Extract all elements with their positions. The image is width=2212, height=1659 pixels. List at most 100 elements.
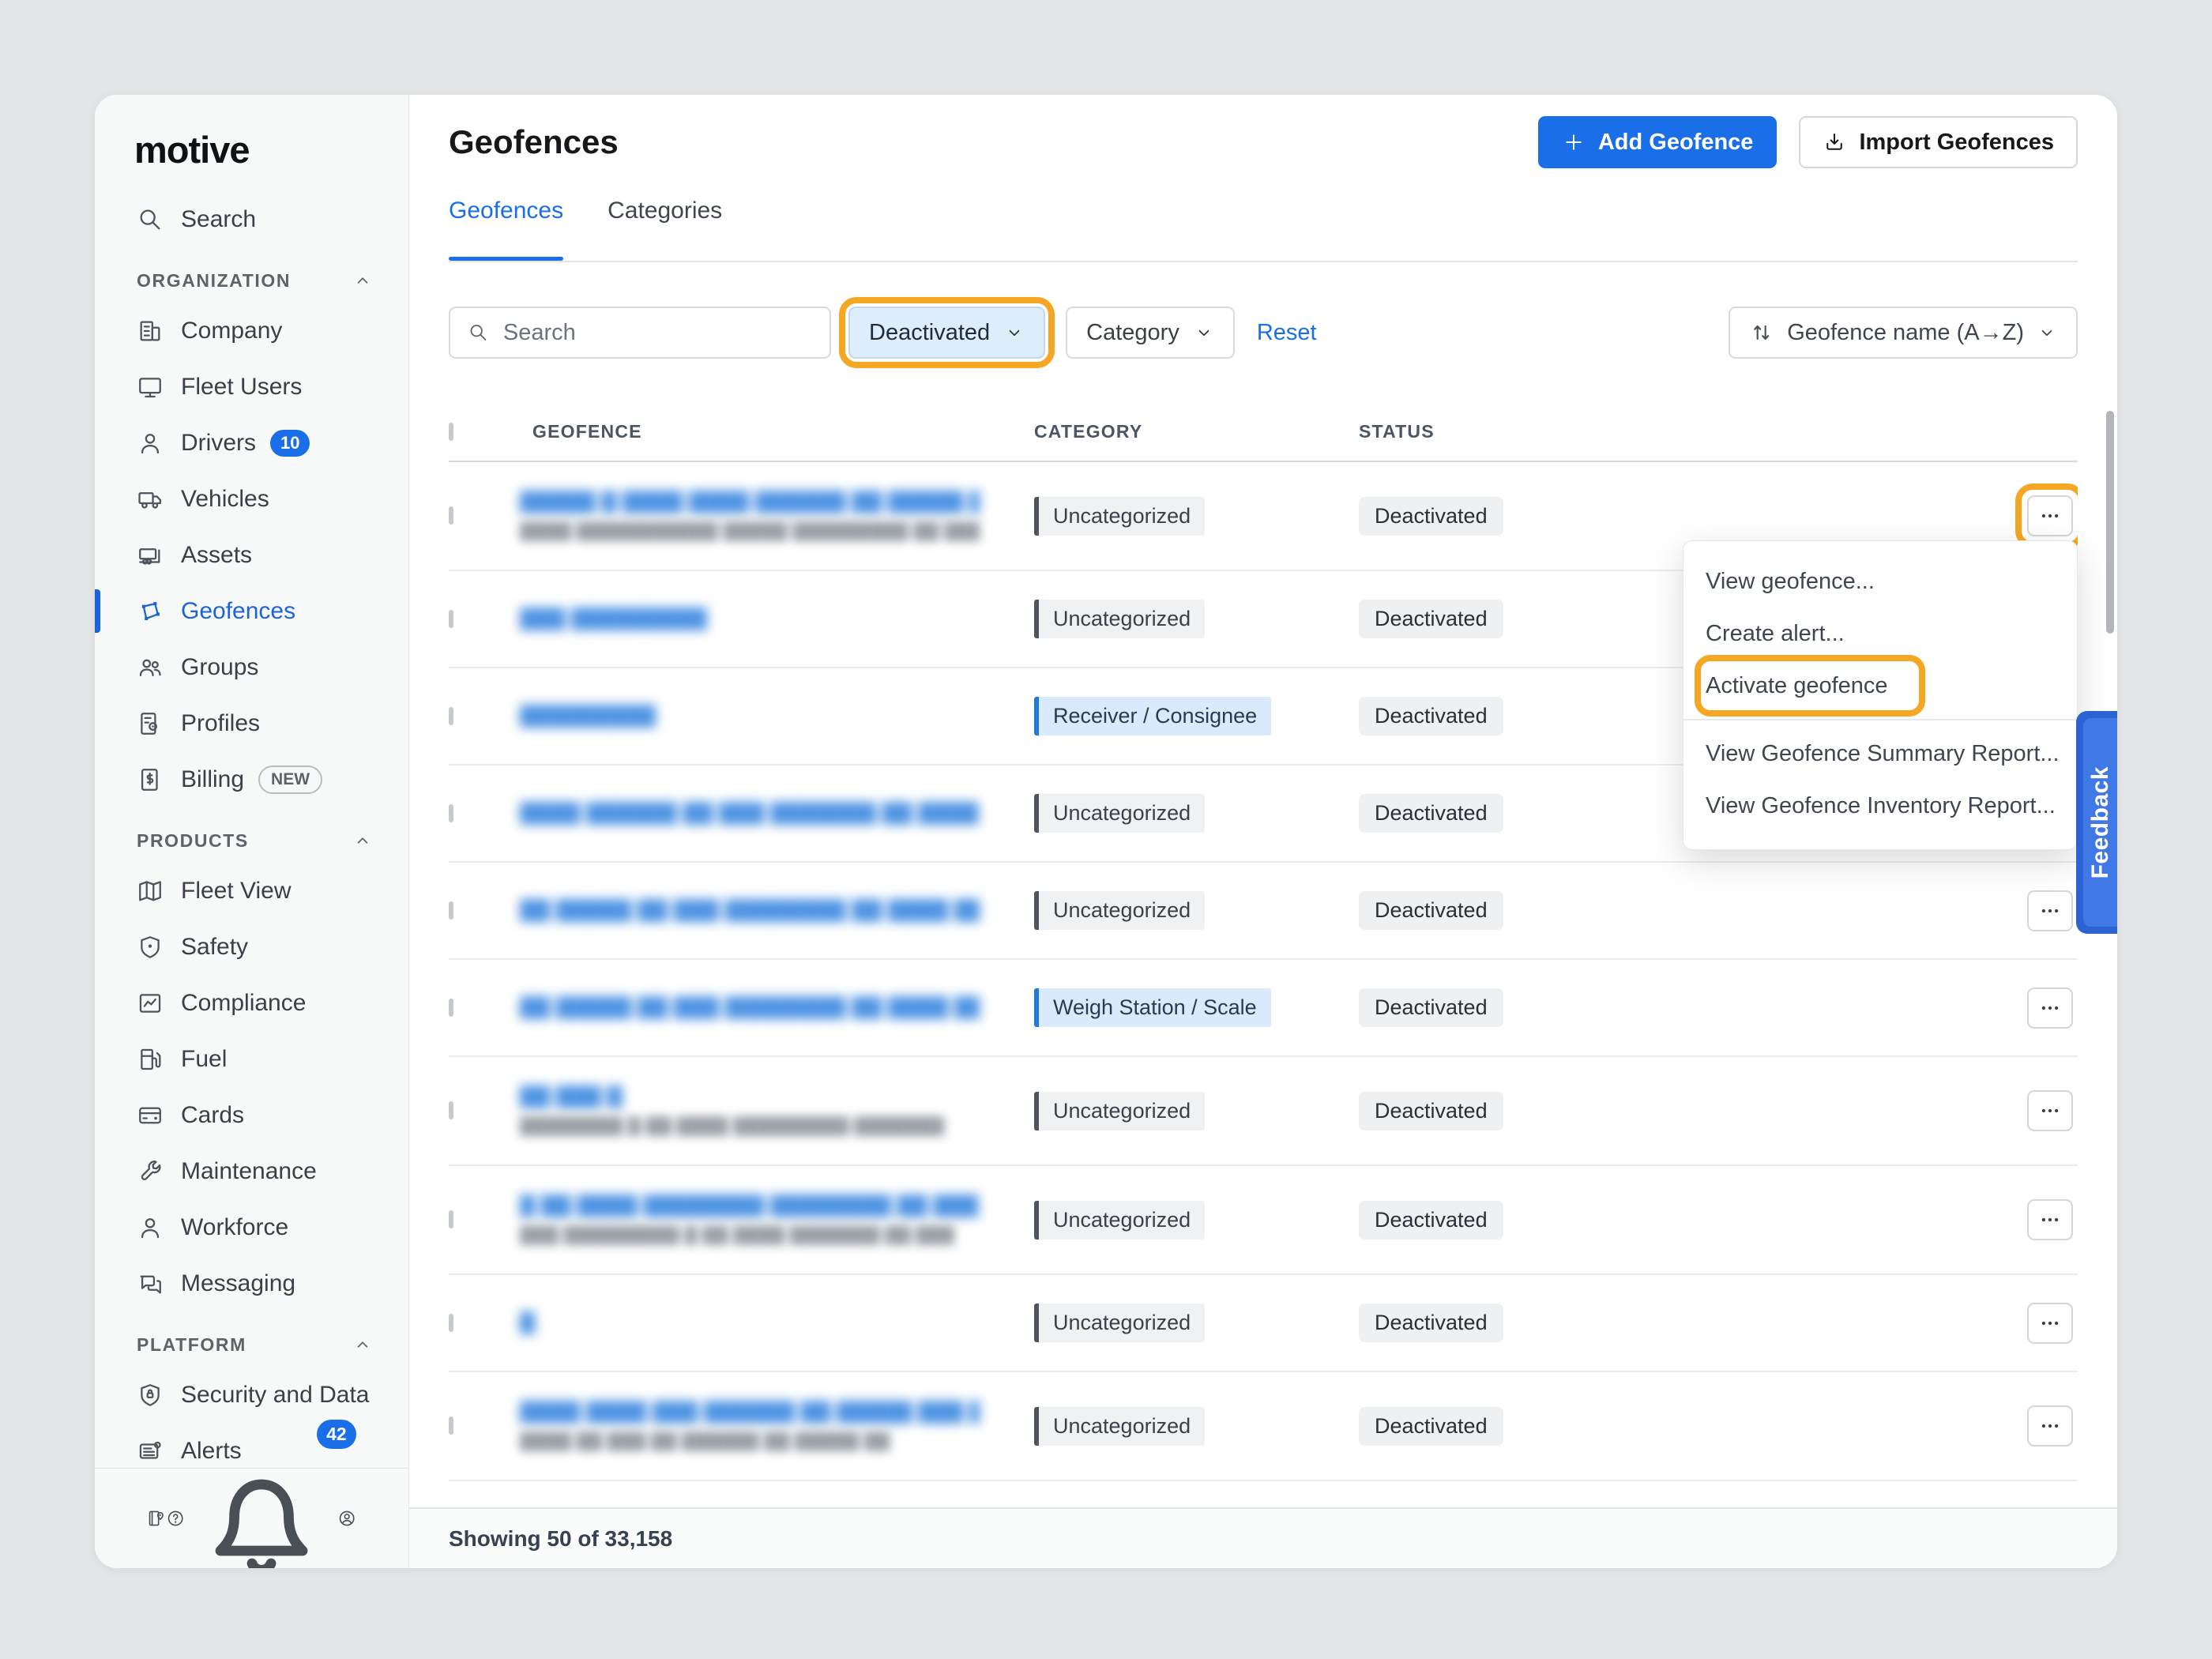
status-filter-dropdown[interactable]: Deactivated — [848, 307, 1045, 359]
reset-filters-link[interactable]: Reset — [1257, 320, 1317, 346]
sidebar-item-messaging[interactable]: Messaging — [95, 1255, 408, 1311]
geofence-name-link-redacted[interactable]: █████████ — [520, 705, 980, 728]
menu-item-view-geofence-inventory-report[interactable]: View Geofence Inventory Report... — [1683, 780, 2077, 832]
geofence-name-link-redacted[interactable]: ███ █████████ — [520, 608, 980, 631]
menu-divider — [1683, 719, 2077, 720]
plus-icon — [1562, 130, 1586, 154]
menu-item-view-geofence[interactable]: View geofence... — [1683, 555, 2077, 608]
sidebar-item-label: Fuel — [181, 1046, 227, 1073]
sidebar-item-label: Fleet View — [181, 878, 292, 905]
category-badge: Weigh Station / Scale — [1034, 988, 1271, 1027]
sidebar-item-label: Security and Data — [181, 1382, 369, 1409]
sidebar-item-security-and-data[interactable]: Security and Data — [95, 1367, 408, 1423]
sort-arrows-icon — [1749, 320, 1774, 345]
sidebar-item-vehicles[interactable]: Vehicles — [95, 471, 408, 527]
menu-item-view-geofence-summary-report[interactable]: View Geofence Summary Report... — [1683, 728, 2077, 780]
geofence-name-link-redacted[interactable]: █ ██ ████ ████████ ████████ ██ ███ — [520, 1194, 980, 1218]
row-actions-button[interactable] — [2027, 1090, 2073, 1131]
row-checkbox[interactable] — [449, 901, 453, 920]
sidebar-item-geofences[interactable]: Geofences — [95, 583, 408, 639]
geofence-name-link-redacted[interactable]: ██ ███ █ — [520, 1085, 980, 1109]
sidebar-section-platform[interactable]: PLATFORM — [95, 1322, 408, 1367]
sidebar-item-drivers[interactable]: Drivers10 — [95, 415, 408, 471]
search-input[interactable] — [503, 320, 812, 346]
row-checkbox[interactable] — [449, 610, 453, 628]
trailer-icon — [137, 542, 164, 569]
select-all-checkbox[interactable] — [449, 423, 453, 441]
account-icon[interactable] — [337, 1503, 356, 1533]
sort-dropdown[interactable]: Geofence name (A→Z) — [1729, 307, 2078, 359]
row-actions-button[interactable] — [2027, 988, 2073, 1029]
row-actions-button[interactable] — [2027, 1199, 2073, 1240]
row-checkbox[interactable] — [449, 804, 453, 822]
geofence-name-link-redacted[interactable]: ██ █████ ██ ███ ████████ ██ ████ ██ — [520, 996, 980, 1020]
sidebar-item-search[interactable]: Search — [95, 191, 408, 247]
row-actions-button[interactable] — [2027, 1303, 2073, 1344]
row-checkbox[interactable] — [449, 1416, 453, 1435]
sidebar-item-company[interactable]: Company — [95, 303, 408, 359]
geofence-name-link-redacted[interactable]: █ — [520, 1311, 980, 1335]
row-checkbox[interactable] — [449, 506, 453, 525]
tab-geofences[interactable]: Geofences — [449, 198, 563, 261]
row-checkbox[interactable] — [449, 707, 453, 725]
sidebar-item-workforce[interactable]: Workforce — [95, 1199, 408, 1255]
sidebar-item-compliance[interactable]: Compliance — [95, 975, 408, 1031]
row-checkbox[interactable] — [449, 1101, 453, 1119]
sidebar-section-products[interactable]: PRODUCTS — [95, 818, 408, 863]
status-badge: Deactivated — [1359, 1304, 1503, 1342]
sidebar-item-maintenance[interactable]: Maintenance — [95, 1143, 408, 1199]
sidebar-item-profiles[interactable]: Profiles — [95, 695, 408, 751]
category-badge: Uncategorized — [1034, 1407, 1205, 1446]
sidebar-item-label: Geofences — [181, 598, 295, 625]
import-geofences-button[interactable]: Import Geofences — [1799, 116, 2078, 168]
sidebar-item-label: Groups — [181, 654, 258, 681]
status-badge: Deactivated — [1359, 1201, 1503, 1240]
category-filter-dropdown[interactable]: Category — [1066, 307, 1235, 359]
chevron-down-icon — [1004, 322, 1025, 343]
sidebar-item-label: Vehicles — [181, 486, 269, 513]
menu-item-create-alert[interactable]: Create alert... — [1683, 608, 2077, 660]
status-badge: Deactivated — [1359, 1407, 1503, 1446]
vertical-scrollbar[interactable] — [2106, 411, 2114, 634]
category-badge: Uncategorized — [1034, 600, 1205, 638]
sidebar-item-groups[interactable]: Groups — [95, 639, 408, 695]
sidebar-section-organization[interactable]: ORGANIZATION — [95, 258, 408, 303]
person-icon — [137, 1214, 164, 1241]
row-checkbox[interactable] — [449, 1314, 453, 1332]
row-checkbox[interactable] — [449, 1210, 453, 1228]
geofence-name-link-redacted[interactable]: ████ ████ ███ ██████ ██ █████ ███ ███ — [520, 1401, 980, 1424]
sidebar-item-fleet-users[interactable]: Fleet Users — [95, 359, 408, 415]
page-header: Geofences Add Geofence Import Geofences — [449, 116, 2078, 168]
sidebar-item-billing[interactable]: BillingNEW — [95, 751, 408, 807]
sidebar-item-assets[interactable]: Assets — [95, 527, 408, 583]
column-header-status: STATUS — [1359, 421, 2027, 442]
geofence-name-link-redacted[interactable]: ██ █████ ██ ███ ████████ ██ ████ ██ — [520, 899, 980, 923]
fuel-icon — [137, 1046, 164, 1073]
sort-value: Geofence name (A→Z) — [1787, 320, 2024, 346]
row-checkbox[interactable] — [449, 999, 453, 1017]
status-badge: Deactivated — [1359, 1092, 1503, 1130]
sidebar-item-fuel[interactable]: Fuel — [95, 1031, 408, 1087]
feedback-button[interactable]: Feedback — [2076, 711, 2117, 934]
sidebar-item-label: Drivers — [181, 430, 256, 457]
sidebar: motive Search ORGANIZATIONCompanyFleet U… — [95, 95, 409, 1568]
help-icon[interactable] — [166, 1503, 185, 1533]
table-row — [449, 1481, 2078, 1507]
section-label: PLATFORM — [137, 1334, 246, 1356]
table-header: GEOFENCE CATEGORY STATUS — [449, 403, 2078, 462]
row-actions-button[interactable] — [2027, 890, 2073, 931]
notifications-button[interactable]: 42 — [186, 1440, 337, 1568]
add-geofence-button[interactable]: Add Geofence — [1538, 116, 1778, 168]
geofence-name-link-redacted[interactable]: ████ ██████ ██ ███ ███████ ██ ████ █ — [520, 802, 980, 826]
sidebar-item-cards[interactable]: Cards — [95, 1087, 408, 1143]
geofence-name-link-redacted[interactable]: █████ █ ████ ████ ██████ ██ █████ ███ — [520, 491, 980, 514]
sidebar-item-fleet-view[interactable]: Fleet View — [95, 863, 408, 919]
sidebar-item-safety[interactable]: Safety — [95, 919, 408, 975]
menu-item-activate-geofence[interactable]: Activate geofence — [1683, 660, 2077, 712]
logbook-icon[interactable] — [147, 1503, 166, 1533]
row-actions-button[interactable] — [2027, 495, 2073, 536]
category-badge: Uncategorized — [1034, 1092, 1205, 1130]
row-actions-button[interactable] — [2027, 1405, 2073, 1446]
tab-categories[interactable]: Categories — [608, 198, 722, 261]
search-input-box[interactable] — [449, 307, 831, 359]
